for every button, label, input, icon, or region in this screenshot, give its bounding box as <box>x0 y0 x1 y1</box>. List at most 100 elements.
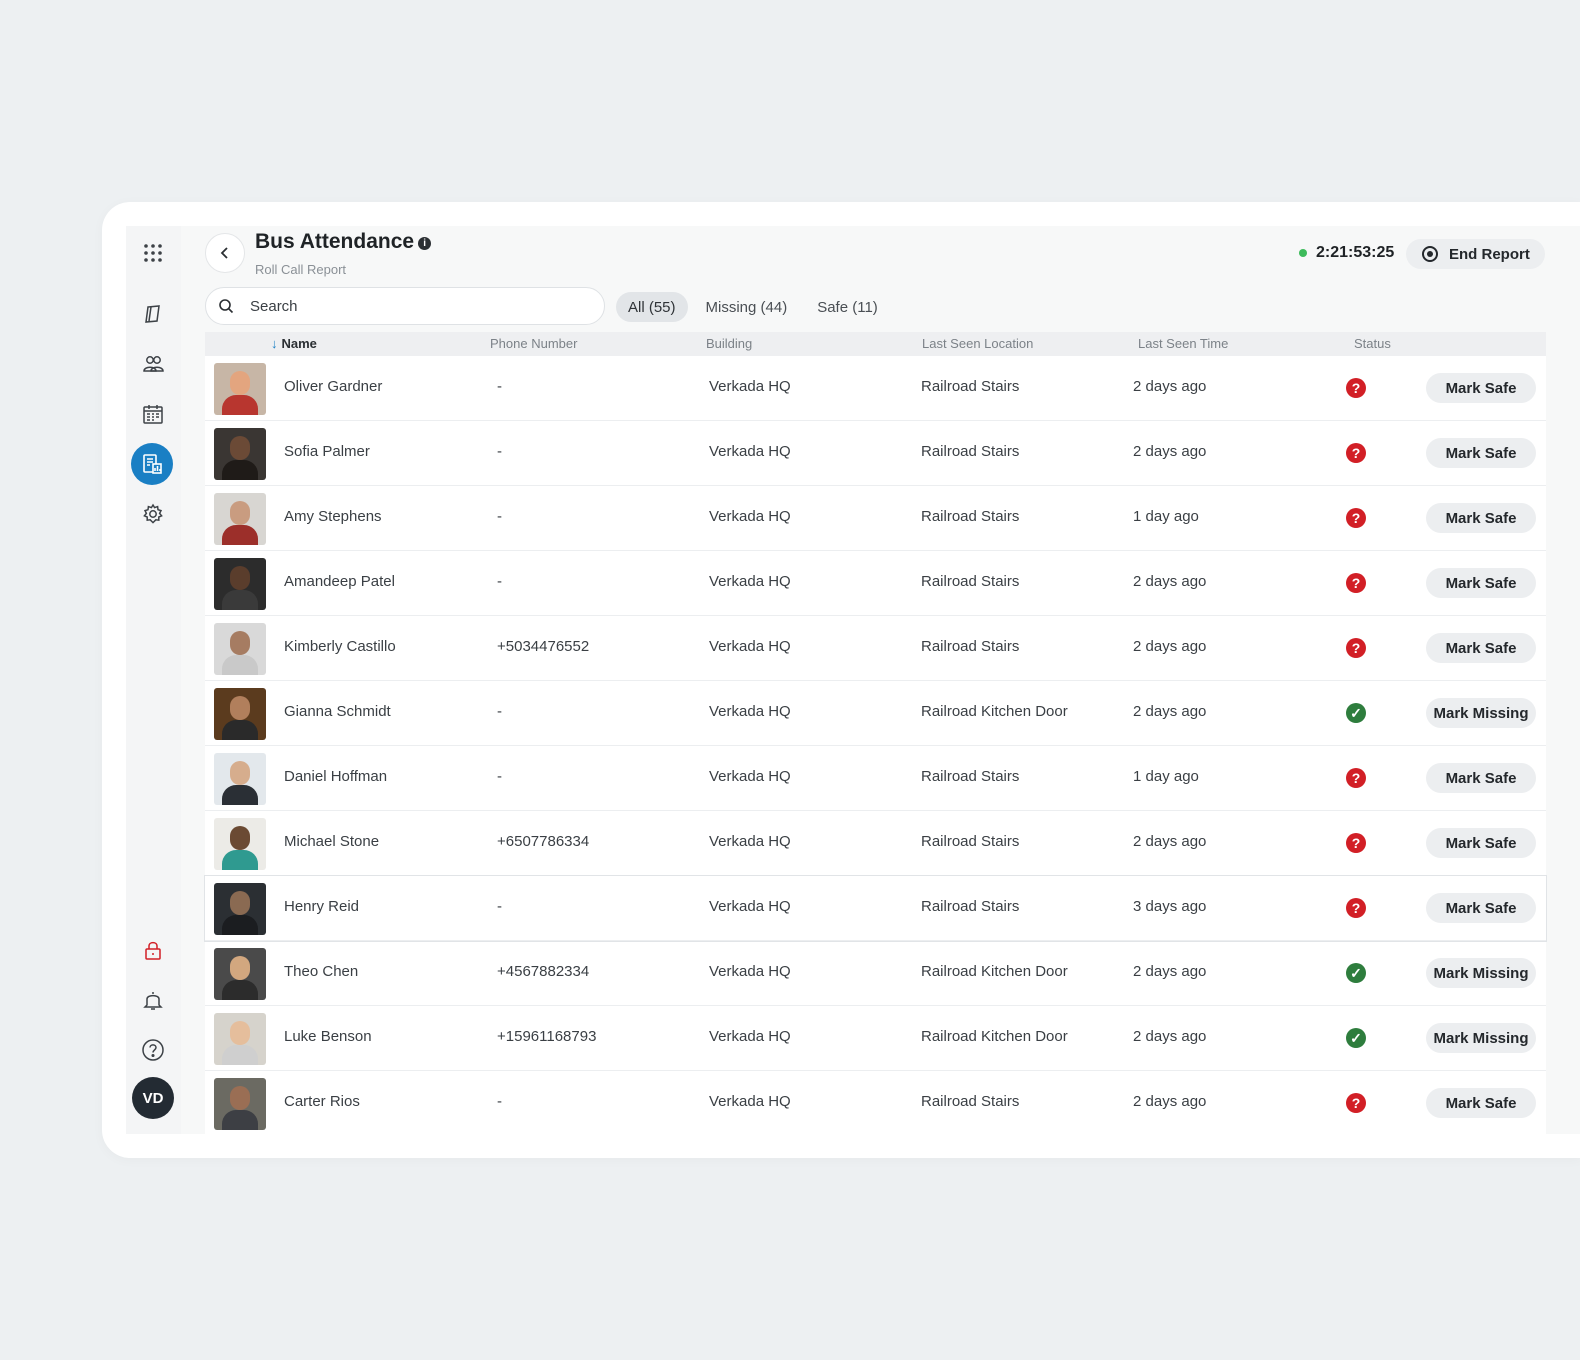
last-seen-location: Railroad Kitchen Door <box>921 1028 1068 1045</box>
person-photo <box>214 753 266 805</box>
back-button[interactable] <box>205 233 245 273</box>
building: Verkada HQ <box>709 573 791 590</box>
person-photo <box>214 363 266 415</box>
person-name[interactable]: Sofia Palmer <box>284 443 370 460</box>
apps-grid-icon[interactable] <box>131 231 175 275</box>
person-name[interactable]: Theo Chen <box>284 963 358 980</box>
person-name[interactable]: Amy Stephens <box>284 508 382 525</box>
table-row[interactable]: Amandeep Patel - Verkada HQ Railroad Stairs… <box>205 551 1546 616</box>
person-name[interactable]: Henry Reid <box>284 898 359 915</box>
help-icon[interactable] <box>131 1028 175 1072</box>
table-row[interactable]: Carter Rios - Verkada HQ Railroad Stairs 2 d… <box>205 1071 1546 1134</box>
end-report-button[interactable]: End Report <box>1406 239 1545 269</box>
phone-number: - <box>497 898 502 915</box>
column-name-label: Name <box>281 336 317 351</box>
column-phone[interactable]: Phone Number <box>490 336 577 351</box>
last-seen-location: Railroad Stairs <box>921 508 1020 525</box>
person-name[interactable]: Daniel Hoffman <box>284 768 387 785</box>
building: Verkada HQ <box>709 508 791 525</box>
mark-missing-button[interactable]: Mark Missing <box>1426 958 1536 988</box>
table-row[interactable]: Theo Chen +4567882334 Verkada HQ Railroad K… <box>205 941 1546 1006</box>
last-seen-time: 2 days ago <box>1133 573 1207 590</box>
missing-question-icon: ? <box>1346 833 1366 853</box>
mark-safe-button[interactable]: Mark Safe <box>1426 763 1536 793</box>
chevron-left-icon <box>220 247 228 259</box>
table-row[interactable]: Amy Stephens - Verkada HQ Railroad Stairs 1 … <box>205 486 1546 551</box>
mark-safe-button[interactable]: Mark Safe <box>1426 1088 1536 1118</box>
person-name[interactable]: Kimberly Castillo <box>284 638 396 655</box>
tab-missing[interactable]: Missing (44) <box>694 292 800 322</box>
lock-icon[interactable] <box>131 928 175 972</box>
logbook-icon[interactable] <box>131 292 175 336</box>
phone-number: - <box>497 768 502 785</box>
search-input[interactable] <box>248 296 572 316</box>
last-seen-time: 2 days ago <box>1133 443 1207 460</box>
mark-missing-button[interactable]: Mark Missing <box>1426 698 1536 728</box>
building: Verkada HQ <box>709 898 791 915</box>
stop-record-icon <box>1422 246 1438 262</box>
page-title: Bus Attendance <box>255 230 415 253</box>
table-row[interactable]: Henry Reid - Verkada HQ Railroad Stairs 3 da… <box>204 875 1547 942</box>
people-icon[interactable] <box>131 342 175 386</box>
table-row[interactable]: Luke Benson +15961168793 Verkada HQ Railroa… <box>205 1006 1546 1071</box>
person-photo <box>214 818 266 870</box>
gear-icon[interactable] <box>131 492 175 536</box>
last-seen-location: Railroad Stairs <box>921 833 1020 850</box>
person-name[interactable]: Luke Benson <box>284 1028 372 1045</box>
table-body: Oliver Gardner - Verkada HQ Railroad Stairs… <box>204 356 1547 1134</box>
safe-check-icon: ✓ <box>1346 963 1366 983</box>
bell-icon[interactable] <box>131 978 175 1022</box>
table-row[interactable]: Kimberly Castillo +5034476552 Verkada HQ Ra… <box>205 616 1546 681</box>
phone-number: - <box>497 703 502 720</box>
last-seen-location: Railroad Stairs <box>921 573 1020 590</box>
search-box <box>205 287 605 325</box>
last-seen-location: Railroad Stairs <box>921 378 1020 395</box>
mark-safe-button[interactable]: Mark Safe <box>1426 828 1536 858</box>
tab-safe[interactable]: Safe (11) <box>805 292 890 322</box>
mark-safe-button[interactable]: Mark Safe <box>1426 373 1536 403</box>
mark-missing-button[interactable]: Mark Missing <box>1426 1023 1536 1053</box>
table-row[interactable]: Gianna Schmidt - Verkada HQ Railroad Kitche… <box>205 681 1546 746</box>
mark-safe-button[interactable]: Mark Safe <box>1426 438 1536 468</box>
person-photo <box>214 1013 266 1065</box>
phone-number: +6507786334 <box>497 833 590 850</box>
phone-number: - <box>497 573 502 590</box>
mark-safe-button[interactable]: Mark Safe <box>1426 893 1536 923</box>
building: Verkada HQ <box>709 1093 791 1110</box>
mark-safe-button[interactable]: Mark Safe <box>1426 568 1536 598</box>
sidebar: VD <box>126 226 181 1134</box>
table-row[interactable]: Sofia Palmer - Verkada HQ Railroad Stairs 2 … <box>205 421 1546 486</box>
column-status[interactable]: Status <box>1354 336 1391 351</box>
last-seen-location: Railroad Stairs <box>921 1093 1020 1110</box>
person-name[interactable]: Carter Rios <box>284 1093 360 1110</box>
last-seen-time: 2 days ago <box>1133 963 1207 980</box>
table-row[interactable]: Oliver Gardner - Verkada HQ Railroad Stairs… <box>205 356 1546 421</box>
mark-safe-button[interactable]: Mark Safe <box>1426 503 1536 533</box>
calendar-icon[interactable] <box>131 392 175 436</box>
building: Verkada HQ <box>709 833 791 850</box>
last-seen-time: 3 days ago <box>1133 898 1207 915</box>
column-building[interactable]: Building <box>706 336 752 351</box>
table-row[interactable]: Michael Stone +6507786334 Verkada HQ Railro… <box>205 811 1546 876</box>
table-row[interactable]: Daniel Hoffman - Verkada HQ Railroad Stairs… <box>205 746 1546 811</box>
main-panel: Bus Attendance i Roll Call Report 2:21:5… <box>181 226 1580 1134</box>
missing-question-icon: ? <box>1346 768 1366 788</box>
person-name[interactable]: Gianna Schmidt <box>284 703 391 720</box>
person-photo <box>214 688 266 740</box>
last-seen-time: 2 days ago <box>1133 638 1207 655</box>
person-name[interactable]: Oliver Gardner <box>284 378 382 395</box>
phone-number: - <box>497 378 502 395</box>
info-icon[interactable]: i <box>418 237 432 250</box>
column-name[interactable]: ↓ Name <box>271 336 317 351</box>
tab-all[interactable]: All (55) <box>616 292 688 322</box>
mark-safe-button[interactable]: Mark Safe <box>1426 633 1536 663</box>
person-name[interactable]: Amandeep Patel <box>284 573 395 590</box>
report-timer: 2:21:53:25 <box>1299 244 1394 262</box>
person-name[interactable]: Michael Stone <box>284 833 379 850</box>
avatar[interactable]: VD <box>132 1077 174 1119</box>
column-time[interactable]: Last Seen Time <box>1138 336 1228 351</box>
missing-question-icon: ? <box>1346 898 1366 918</box>
column-location[interactable]: Last Seen Location <box>922 336 1033 351</box>
last-seen-location: Railroad Stairs <box>921 898 1020 915</box>
report-icon[interactable] <box>131 443 173 485</box>
